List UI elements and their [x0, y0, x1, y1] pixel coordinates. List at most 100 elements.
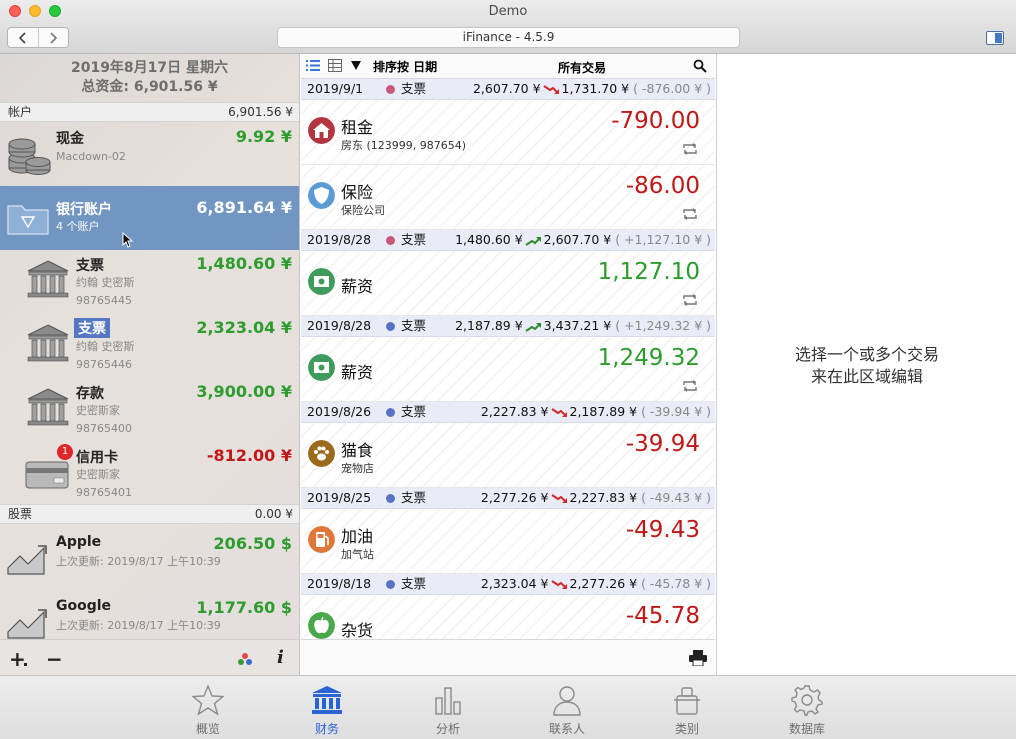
transaction-payee: 猫食 [341, 441, 374, 460]
accounts-section-label: 帐户 [8, 105, 33, 119]
forward-button[interactable] [37, 28, 68, 47]
repeat-icon[interactable] [681, 207, 699, 221]
day-date: 2019/8/28 [307, 318, 372, 333]
sort-by-button[interactable]: 排序按 日期 [373, 58, 437, 75]
account-row-checking-2[interactable]: 支票 约翰 史密斯 98765446 2,323.04 ¥ [0, 314, 299, 378]
detail-pane: 选择一个或多个交易 来在此区域编辑 [716, 54, 1016, 675]
arrow-up-icon [525, 236, 541, 246]
account-balance: -812.00 ¥ [206, 446, 292, 465]
filter-all-transactions[interactable]: 所有交易 [558, 59, 606, 76]
account-color-dot [386, 408, 395, 417]
accounts-section-header: 帐户 6,901.56 ¥ [0, 102, 299, 122]
transaction-row[interactable]: 薪资 1,249.32 [301, 337, 715, 402]
balance-from: 1,480.60 ¥ [455, 232, 523, 247]
tab-database[interactable]: 数据库 [772, 684, 842, 737]
account-row-savings[interactable]: 存款 史密斯家 98765400 3,900.00 ¥ [0, 378, 299, 442]
balance-from: 2,277.26 ¥ [480, 490, 549, 505]
transaction-payee: 加油 [341, 527, 374, 546]
tab-analysis[interactable]: 分析 [413, 684, 483, 737]
balance-change: 2,227.83 ¥ 2,187.89 ¥ ( -39.94 ¥ ) [481, 402, 711, 422]
repeat-icon[interactable] [681, 142, 699, 156]
coins-icon [8, 138, 51, 175]
money-icon [308, 268, 335, 295]
account-row-credit-card[interactable]: 1 信用卡 史密斯家 98765401 -812.00 ¥ [0, 442, 299, 506]
transaction-amount: -49.43 [625, 517, 700, 543]
repeat-icon[interactable] [681, 379, 699, 393]
balance-to: 2,277.26 ¥ [569, 576, 638, 591]
balance-delta: ( -876.00 ¥ ) [633, 81, 711, 96]
account-name: 支票 [76, 258, 104, 274]
tab-contacts[interactable]: 联系人 [532, 684, 602, 737]
account-balance: 6,891.64 ¥ [196, 198, 292, 217]
transaction-amount: -790.00 [611, 108, 700, 134]
transaction-row[interactable]: 加油 加气站 -49.43 [301, 509, 715, 574]
transaction-row[interactable]: 猫食 宠物店 -39.94 [301, 423, 715, 488]
search-icon[interactable] [693, 59, 707, 73]
transaction-payee: 杂货 [341, 621, 374, 639]
sync-icon[interactable] [236, 651, 254, 667]
day-date: 2019/8/18 [307, 576, 372, 591]
account-color-dot [386, 322, 395, 331]
balance-delta: ( +1,249.32 ¥ ) [615, 318, 711, 333]
back-button[interactable] [8, 28, 38, 47]
arrow-down-icon [550, 579, 567, 589]
day-header: 2019/8/25 支票 2,277.26 ¥ 2,227.83 ¥ ( -49.… [301, 488, 715, 509]
stock-value: 206.50 $ [213, 534, 292, 553]
transaction-row[interactable]: 保险 保险公司 -86.00 [301, 165, 715, 230]
balance-delta: ( -45.78 ¥ ) [641, 576, 711, 591]
summary-header: 2019年8月17日 星期六 总资金: 6,901.56 ¥ [0, 54, 299, 102]
grid-view-icon[interactable] [328, 59, 342, 72]
summary-total: 总资金: 6,901.56 ¥ [81, 79, 218, 95]
accounts-sidebar: 2019年8月17日 星期六 总资金: 6,901.56 ¥ 帐户 6,901.… [0, 54, 300, 675]
tab-categories[interactable]: 类别 [652, 684, 722, 737]
sidebar-footer: + − i [0, 639, 299, 675]
day-date: 2019/8/25 [307, 490, 372, 505]
day-date: 2019/8/26 [307, 404, 372, 419]
transaction-amount: -39.94 [625, 431, 700, 457]
gear-icon [791, 685, 823, 716]
print-icon[interactable] [689, 650, 707, 666]
balance-from: 2,227.83 ¥ [480, 404, 549, 419]
transaction-row[interactable]: 租金 房东 (123999, 987654) -790.00 [301, 100, 715, 165]
repeat-icon[interactable] [681, 293, 699, 307]
balance-change: 2,607.70 ¥ 1,731.70 ¥ ( -876.00 ¥ ) [473, 79, 711, 99]
balance-from: 2,323.04 ¥ [480, 576, 549, 591]
stocks-section-header: 股票 0.00 ¥ [0, 504, 299, 524]
tab-overview[interactable]: 概览 [173, 684, 243, 737]
mouse-cursor-icon [122, 232, 133, 248]
accounts-section-amount: 6,901.56 ¥ [228, 105, 293, 119]
account-row-bank-group[interactable]: 银行账户 4 个账户 6,891.64 ¥ [0, 186, 299, 250]
hint-line-1: 选择一个或多个交易 [794, 345, 939, 364]
stock-row-apple[interactable]: Apple 上次更新: 2019/8/17 上午10:39 206.50 $ [0, 524, 299, 588]
balance-to: 2,607.70 ¥ [543, 232, 612, 247]
summary-date: 2019年8月17日 星期六 [70, 60, 229, 76]
add-account-button[interactable]: + [9, 647, 26, 671]
info-button[interactable]: i [277, 647, 284, 668]
tab-finance[interactable]: 财务 [292, 684, 362, 737]
account-row-checking-1[interactable]: 支票 约翰 史密斯 98765445 1,480.60 ¥ [0, 250, 299, 314]
remove-account-button[interactable]: − [46, 647, 63, 671]
sort-direction-icon[interactable] [351, 61, 361, 70]
bank-icon [312, 686, 342, 714]
stock-value: 1,177.60 $ [196, 598, 292, 617]
transaction-row[interactable]: 薪资 1,127.10 [301, 251, 715, 316]
empty-selection-hint: 选择一个或多个交易 来在此区域编辑 [717, 344, 1016, 388]
stocks-section-label: 股票 [8, 507, 33, 521]
balance-change: 2,187.89 ¥ 3,437.21 ¥ ( +1,249.32 ¥ ) [455, 316, 711, 336]
balance-delta: ( -49.43 ¥ ) [641, 490, 711, 505]
transaction-amount: -45.78 [625, 603, 700, 629]
tab-label: 概览 [195, 722, 220, 736]
app-window: Demo iFinance - 4.5.9 2019年8月17日 星期六 总资金… [0, 0, 1016, 739]
account-name: 支票 [74, 318, 110, 338]
sidebar-toggle-button[interactable] [986, 31, 1004, 45]
transaction-row[interactable]: 杂货 -45.78 [301, 595, 715, 639]
paw-icon [308, 440, 335, 467]
hint-line-2: 来在此区域编辑 [810, 367, 923, 386]
account-row-cash[interactable]: 现金 Macdown-02 9.92 ¥ [0, 122, 299, 186]
list-view-icon[interactable] [306, 59, 320, 72]
account-owner: 史密斯家 [76, 468, 120, 481]
chevron-right-icon [50, 31, 58, 44]
day-header: 2019/8/18 支票 2,323.04 ¥ 2,277.26 ¥ ( -45.… [301, 574, 715, 595]
account-subtitle: Macdown-02 [56, 150, 126, 163]
day-account: 支票 [401, 318, 427, 333]
